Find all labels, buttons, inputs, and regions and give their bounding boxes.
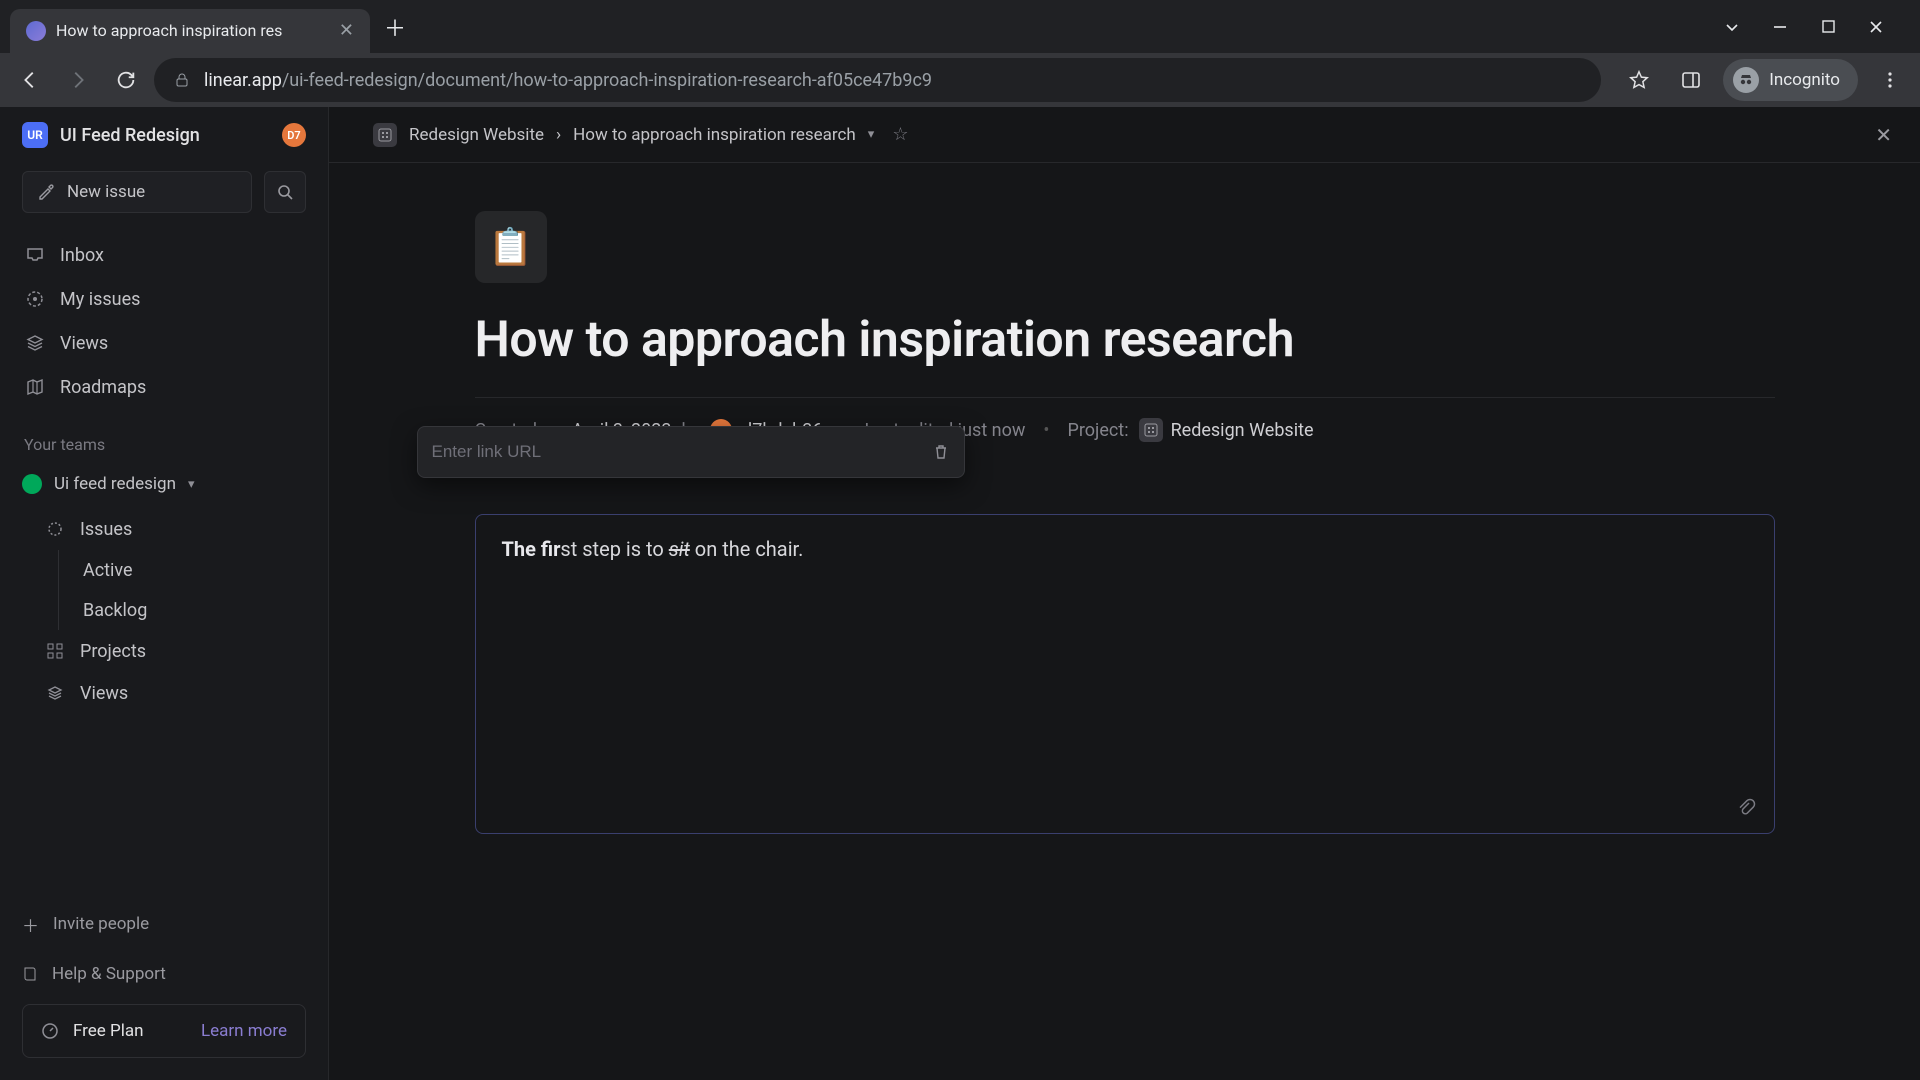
attachment-icon[interactable] [1736,797,1756,817]
trash-icon[interactable] [932,443,950,461]
back-button[interactable] [10,60,50,100]
learn-more-link[interactable]: Learn more [201,1021,287,1041]
plan-chip[interactable]: Free Plan Learn more [22,1004,306,1058]
chevron-down-icon[interactable]: ▾ [868,127,875,142]
chevron-down-icon: ▾ [188,477,195,492]
browser-tab[interactable]: How to approach inspiration res ✕ [10,9,370,53]
plan-label: Free Plan [73,1021,144,1041]
tab-close-icon[interactable]: ✕ [339,20,354,41]
doc-emoji[interactable]: 📋 [475,211,547,283]
team-group-views[interactable]: Views [46,672,316,714]
url-text: linear.app/ui-feed-redesign/document/how… [204,70,932,91]
sidebar-item-label: Inbox [60,245,104,266]
gauge-icon [41,1022,59,1040]
team-filter-backlog[interactable]: Backlog [83,590,316,630]
circle-dashed-icon [46,520,66,538]
team-filter-active[interactable]: Active [83,550,316,590]
close-panel-icon[interactable]: ✕ [1875,123,1892,147]
group-label: Views [80,683,128,704]
incognito-icon [1733,67,1759,93]
editor-line[interactable]: The first step is to sit on the chair. [502,537,1748,561]
teams-heading: Your teams [0,415,328,464]
sidebar-item-label: Roadmaps [60,377,146,398]
doc-title[interactable]: How to approach inspiration research [475,311,1775,369]
close-window-icon[interactable] [1867,20,1885,34]
help-support-link[interactable]: Help & Support [22,954,306,994]
sidebar-item-views[interactable]: Views [12,321,316,365]
project-icon [373,123,397,147]
search-icon [276,183,294,201]
grid-icon [46,642,66,660]
sidebar-item-inbox[interactable]: Inbox [12,233,316,277]
team-color-dot [22,474,42,494]
workspace-name: UI Feed Redesign [60,125,270,146]
team-group-projects[interactable]: Projects [46,630,316,672]
workspace-switcher[interactable]: UR UI Feed Redesign D7 [0,107,328,163]
sidebar-item-label: Views [60,333,108,354]
incognito-label: Incognito [1769,70,1840,90]
chevron-down-icon[interactable] [1723,19,1741,35]
workspace-badge: UR [22,122,48,148]
favorite-star-icon[interactable]: ☆ [892,124,908,145]
project-chip[interactable]: Redesign Website [1139,418,1314,442]
sidebar-item-my-issues[interactable]: My issues [12,277,316,321]
invite-people-link[interactable]: ＋ Invite people [22,904,306,944]
layers-icon [46,684,66,702]
linear-favicon [26,21,46,41]
forward-button[interactable] [58,60,98,100]
side-panel-icon[interactable] [1671,60,1711,100]
address-bar[interactable]: linear.app/ui-feed-redesign/document/how… [154,58,1601,102]
reload-button[interactable] [106,60,146,100]
document-editor[interactable]: The first step is to sit on the chair. [475,514,1775,834]
team-group-issues[interactable]: Issues [46,508,316,550]
tab-title: How to approach inspiration res [56,21,329,40]
main-panel: Redesign Website › How to approach inspi… [329,107,1920,1080]
incognito-chip[interactable]: Incognito [1723,59,1858,101]
inbox-icon [24,245,46,265]
new-issue-label: New issue [67,182,145,202]
target-icon [24,289,46,309]
sidebar-item-roadmaps[interactable]: Roadmaps [12,365,316,409]
new-tab-button[interactable]: ＋ [384,11,406,43]
breadcrumb-separator: › [556,125,561,145]
book-icon [22,966,38,982]
user-avatar[interactable]: D7 [282,123,306,147]
team-name: Ui feed redesign [54,474,176,494]
new-issue-button[interactable]: New issue [22,171,252,213]
map-icon [24,377,46,397]
sidebar-item-label: My issues [60,289,140,310]
group-label: Projects [80,641,146,662]
minimize-icon[interactable] [1771,20,1789,34]
link-url-popover [417,426,965,478]
lock-icon [174,72,190,88]
maximize-icon[interactable] [1819,20,1837,33]
plus-icon: ＋ [22,912,39,937]
link-url-input[interactable] [432,442,922,462]
search-button[interactable] [264,171,306,213]
group-label: Issues [80,519,132,540]
kebab-menu-icon[interactable] [1870,60,1910,100]
compose-icon [37,183,55,201]
breadcrumb: Redesign Website › How to approach inspi… [329,107,1920,163]
breadcrumb-project[interactable]: Redesign Website [409,125,544,145]
bookmark-star-icon[interactable] [1619,60,1659,100]
project-icon [1139,418,1163,442]
layers-icon [24,333,46,353]
doc-meta: Created on April 3, 2023 by D7 d7bdeb36 … [475,397,1775,442]
breadcrumb-doc[interactable]: How to approach inspiration research [573,125,856,145]
sidebar: UR UI Feed Redesign D7 New issue Inbox [0,107,329,1080]
team-row[interactable]: Ui feed redesign ▾ [0,464,328,504]
